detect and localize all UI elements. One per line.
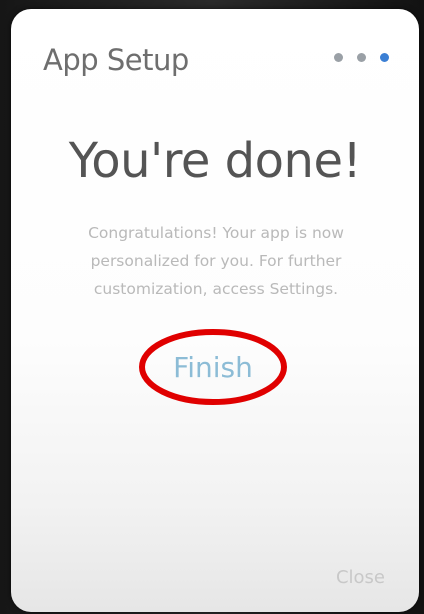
step-dot-3-active [380,53,389,62]
finish-area: Finish [138,327,288,407]
close-button[interactable]: Close [336,567,385,588]
screen: App Setup You're done! Congratulations! … [0,0,424,614]
step-dot-2 [357,53,366,62]
step-indicator [334,53,389,62]
setup-dialog: App Setup You're done! Congratulations! … [11,9,419,612]
dialog-header: App Setup [11,9,419,109]
completion-headline: You're done! [68,133,362,189]
step-dot-1 [334,53,343,62]
dialog-title: App Setup [43,43,189,77]
completion-message: Congratulations! Your app is now persona… [88,224,344,298]
finish-button[interactable]: Finish [138,341,288,393]
